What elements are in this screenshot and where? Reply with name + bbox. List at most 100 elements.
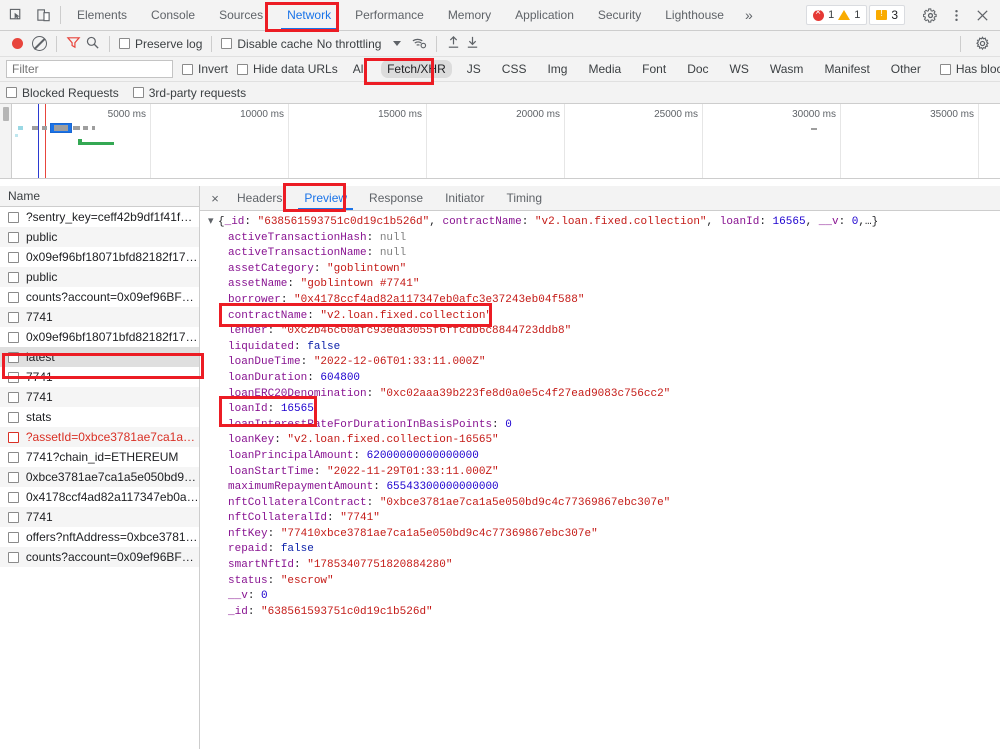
json-property-__v[interactable]: __v: 0	[208, 589, 1000, 605]
network-conditions-icon[interactable]	[411, 35, 427, 53]
json-property-nftCollateralContract[interactable]: nftCollateralContract: "0xbce3781ae7ca1a…	[208, 496, 1000, 512]
json-property-nftCollateralId[interactable]: nftCollateralId: "7741"	[208, 511, 1000, 527]
json-property-assetName[interactable]: assetName: "goblintown #7741"	[208, 277, 1000, 293]
request-row[interactable]: 0x4178ccf4ad82a117347eb0a…	[0, 487, 199, 507]
request-row[interactable]: 7741	[0, 367, 199, 387]
blocked-requests-checkbox[interactable]: Blocked Requests	[6, 86, 119, 100]
filter-type-media[interactable]: Media	[582, 60, 627, 78]
tab-security[interactable]: Security	[586, 0, 653, 30]
json-property-nftKey[interactable]: nftKey: "77410xbce3781ae7ca1a5e050bd9c4c…	[208, 527, 1000, 543]
requests-list[interactable]: ?sentry_key=ceff42b9df1f41f… public 0x09…	[0, 207, 199, 749]
record-button-icon[interactable]	[12, 38, 23, 49]
request-row[interactable]: 0x09ef96bf18071bfd82182f17…	[0, 247, 199, 267]
request-row[interactable]: public	[0, 267, 199, 287]
request-row-latest[interactable]: latest	[0, 347, 199, 367]
filter-type-css[interactable]: CSS	[496, 60, 533, 78]
filter-type-other[interactable]: Other	[885, 60, 927, 78]
filter-type-font[interactable]: Font	[636, 60, 672, 78]
tab-console[interactable]: Console	[139, 0, 207, 30]
network-overview-timeline[interactable]: 5000 ms 10000 ms 15000 ms 20000 ms 25000…	[0, 104, 1000, 179]
chevron-down-icon[interactable]: ▾	[208, 215, 218, 231]
request-row[interactable]: counts?account=0x09ef96BF1…	[0, 287, 199, 307]
json-preview-tree[interactable]: ▾ {_id: "638561593751c0d19c1b526d", contr…	[200, 211, 1000, 749]
has-blocked-cookies-checkbox[interactable]: Has blocked cookies	[939, 62, 1000, 76]
filter-type-fetch-xhr[interactable]: Fetch/XHR	[381, 60, 452, 78]
throttling-dropdown[interactable]: No throttling	[317, 37, 402, 51]
json-property-contractName[interactable]: contractName: "v2.loan.fixed.collection"	[208, 309, 1000, 325]
json-property-loanId[interactable]: loanId: 16565	[208, 402, 1000, 418]
filter-type-wasm[interactable]: Wasm	[764, 60, 810, 78]
json-property-activeTransactionName[interactable]: activeTransactionName: null	[208, 246, 1000, 262]
search-icon[interactable]	[85, 35, 100, 53]
request-row[interactable]: 7741	[0, 507, 199, 527]
disable-cache-checkbox[interactable]: Disable cache	[221, 37, 313, 51]
kebab-menu-icon[interactable]	[944, 3, 968, 27]
device-toolbar-icon[interactable]	[35, 7, 52, 24]
inspect-element-icon[interactable]	[8, 7, 25, 24]
checkbox-box[interactable]	[939, 63, 951, 75]
messages-counter[interactable]: 3	[869, 5, 905, 25]
tab-timing[interactable]: Timing	[495, 186, 553, 210]
json-property-loanInterestRateForDurationInBasisPoints[interactable]: loanInterestRateForDurationInBasisPoints…	[208, 418, 1000, 434]
json-property-liquidated[interactable]: liquidated: false	[208, 340, 1000, 356]
json-property-_id[interactable]: _id: "638561593751c0d19c1b526d"	[208, 605, 1000, 621]
checkbox-box[interactable]	[132, 87, 144, 98]
json-root-line[interactable]: ▾ {_id: "638561593751c0d19c1b526d", contr…	[208, 215, 1000, 231]
json-property-loanStartTime[interactable]: loanStartTime: "2022-11-29T01:33:11.000Z…	[208, 465, 1000, 481]
tab-sources[interactable]: Sources	[207, 0, 275, 30]
filter-type-js[interactable]: JS	[461, 60, 487, 78]
overview-grid[interactable]: 5000 ms 10000 ms 15000 ms 20000 ms 25000…	[12, 104, 1000, 178]
requests-column-header[interactable]: Name	[0, 186, 199, 207]
request-row[interactable]: 7741	[0, 307, 199, 327]
checkbox-box[interactable]	[119, 38, 130, 49]
close-icon[interactable]	[970, 3, 994, 27]
request-row[interactable]: public	[0, 227, 199, 247]
request-row[interactable]: 0xbce3781ae7ca1a5e050bd9c…	[0, 467, 199, 487]
filter-icon[interactable]	[66, 35, 81, 53]
json-property-repaid[interactable]: repaid: false	[208, 542, 1000, 558]
more-tabs-button[interactable]: »	[736, 0, 762, 30]
tab-performance[interactable]: Performance	[343, 0, 436, 30]
request-row[interactable]: 7741?chain_id=ETHEREUM	[0, 447, 199, 467]
json-property-borrower[interactable]: borrower: "0x4178ccf4ad82a117347eb0afc3e…	[208, 293, 1000, 309]
checkbox-box[interactable]	[221, 38, 233, 49]
json-property-loanKey[interactable]: loanKey: "v2.loan.fixed.collection-16565…	[208, 433, 1000, 449]
json-property-loanERC20Denomination[interactable]: loanERC20Denomination: "0xc02aaa39b223fe…	[208, 387, 1000, 403]
tab-response[interactable]: Response	[358, 186, 434, 210]
json-property-loanDuration[interactable]: loanDuration: 604800	[208, 371, 1000, 387]
filter-input[interactable]	[6, 60, 173, 78]
filter-type-manifest[interactable]: Manifest	[818, 60, 875, 78]
json-property-maximumRepaymentAmount[interactable]: maximumRepaymentAmount: 6554330000000000…	[208, 480, 1000, 496]
request-row[interactable]: 0x09ef96bf18071bfd82182f17…	[0, 327, 199, 347]
tab-preview[interactable]: Preview	[293, 186, 358, 210]
json-property-lender[interactable]: lender: "0xc2b46c60afc93eda3055f6ffcdb6c…	[208, 324, 1000, 340]
close-detail-icon[interactable]: ×	[204, 186, 226, 210]
overview-scroll-handle[interactable]	[0, 104, 12, 178]
tab-initiator[interactable]: Initiator	[434, 186, 495, 210]
checkbox-box[interactable]	[237, 63, 249, 75]
import-har-icon[interactable]	[446, 35, 461, 53]
request-row[interactable]: stats	[0, 407, 199, 427]
json-property-activeTransactionHash[interactable]: activeTransactionHash: null	[208, 231, 1000, 247]
json-property-smartNftId[interactable]: smartNftId: "17853407751820884280"	[208, 558, 1000, 574]
filter-type-ws[interactable]: WS	[724, 60, 755, 78]
export-har-icon[interactable]	[465, 35, 480, 53]
tab-network[interactable]: Network	[275, 0, 343, 30]
hide-data-urls-checkbox[interactable]: Hide data URLs	[237, 62, 338, 76]
tab-application[interactable]: Application	[503, 0, 586, 30]
filter-type-doc[interactable]: Doc	[681, 60, 714, 78]
json-property-loanPrincipalAmount[interactable]: loanPrincipalAmount: 62000000000000000	[208, 449, 1000, 465]
filter-type-img[interactable]: Img	[541, 60, 573, 78]
request-row[interactable]: 7741	[0, 387, 199, 407]
issues-counter[interactable]: 1 1	[806, 5, 868, 25]
preserve-log-checkbox[interactable]: Preserve log	[119, 37, 202, 51]
tab-headers[interactable]: Headers	[226, 186, 293, 210]
tab-elements[interactable]: Elements	[65, 0, 139, 30]
json-property-loanDueTime[interactable]: loanDueTime: "2022-12-06T01:33:11.000Z"	[208, 355, 1000, 371]
tab-lighthouse[interactable]: Lighthouse	[653, 0, 736, 30]
request-row[interactable]: counts?account=0x09ef96BF1…	[0, 547, 199, 567]
request-row-failed[interactable]: ?assetId=0xbce3781ae7ca1a5…	[0, 427, 199, 447]
request-row[interactable]: offers?nftAddress=0xbce3781…	[0, 527, 199, 547]
request-row[interactable]: ?sentry_key=ceff42b9df1f41f…	[0, 207, 199, 227]
json-property-status[interactable]: status: "escrow"	[208, 574, 1000, 590]
